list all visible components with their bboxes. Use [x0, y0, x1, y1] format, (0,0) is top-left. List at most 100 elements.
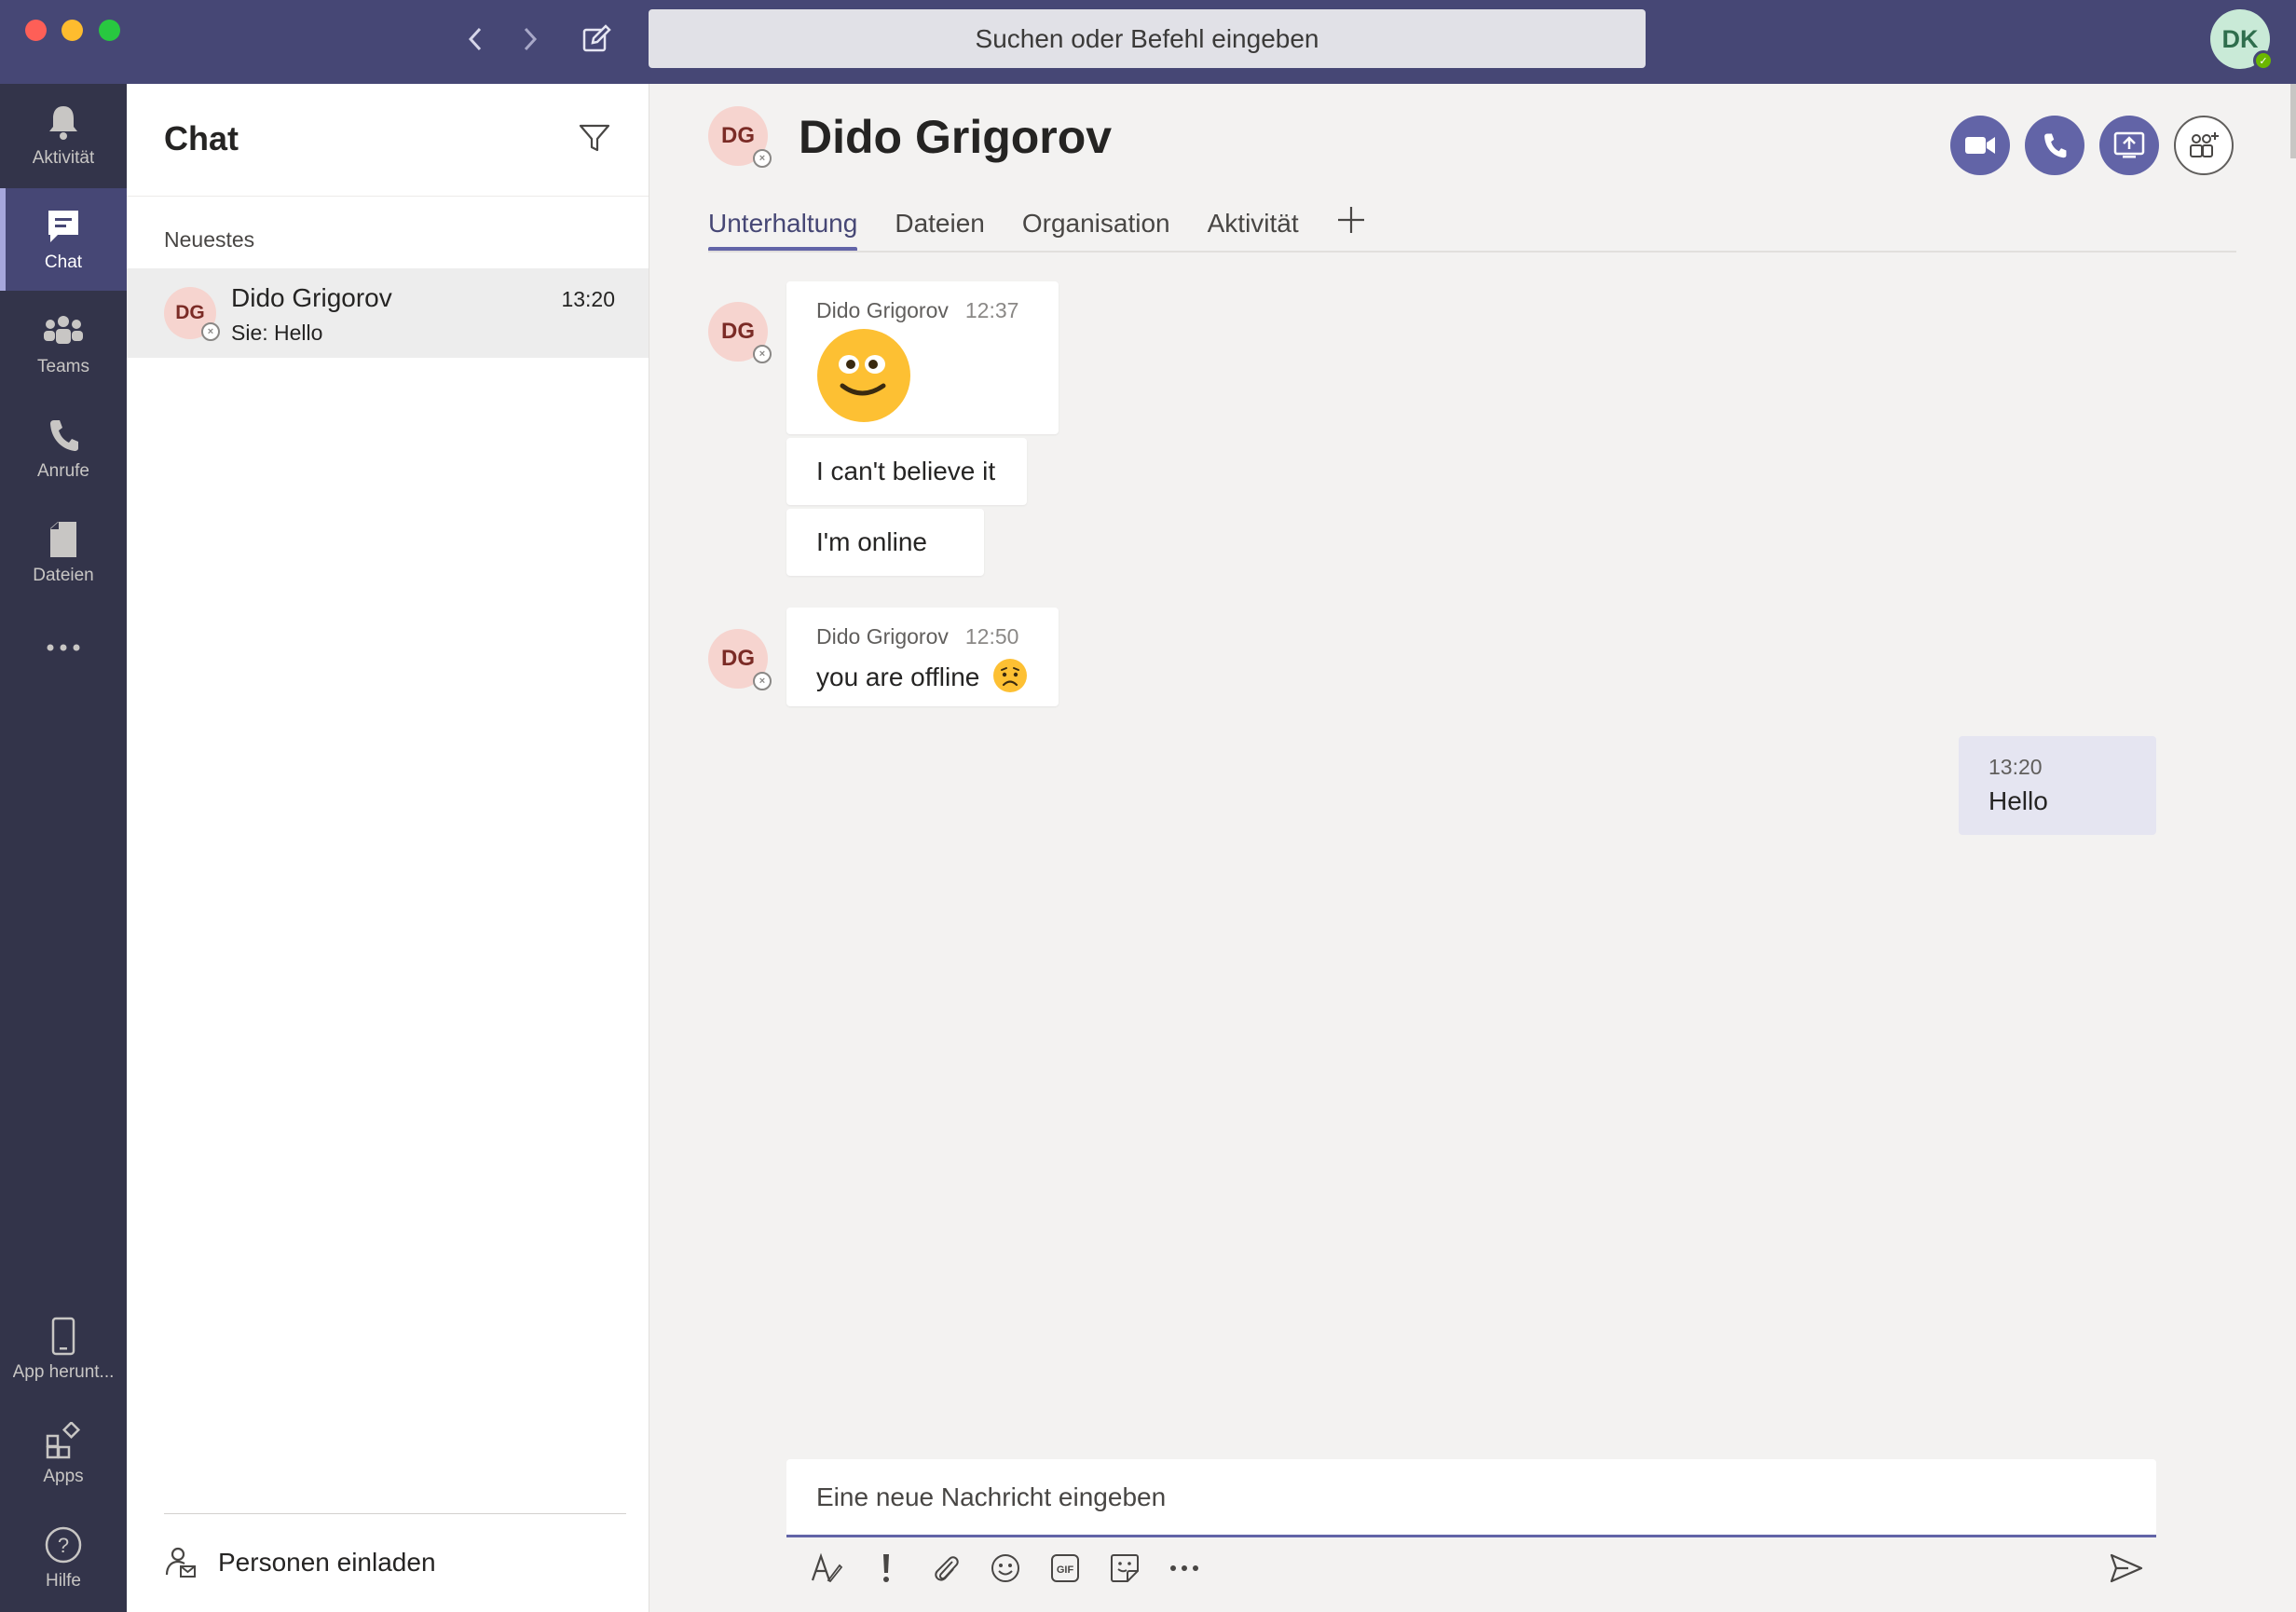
- message-bubble[interactable]: I can't believe it: [786, 438, 1027, 505]
- chat-item-preview: Sie: Hello: [231, 321, 323, 345]
- avatar-initials: DG: [721, 319, 755, 344]
- rail-item-label: App herunt...: [12, 1362, 115, 1382]
- attach-button[interactable]: [927, 1550, 964, 1587]
- app-rail: Aktivität Chat Teams Anrufe Dateien App …: [0, 84, 127, 1612]
- message-bubble[interactable]: Dido Grigorov 12:50 you are offline: [786, 608, 1059, 706]
- message-input[interactable]: Eine neue Nachricht eingeben: [786, 1459, 2156, 1537]
- message-text: you are offline: [816, 658, 1028, 693]
- back-button[interactable]: [458, 20, 495, 58]
- help-icon: ?: [43, 1524, 84, 1565]
- contact-avatar[interactable]: DG ×: [708, 106, 772, 168]
- rail-item-app-download[interactable]: App herunt...: [0, 1298, 127, 1400]
- compose-toolbar: GIF: [808, 1545, 1203, 1592]
- invite-people-button[interactable]: Personen einladen: [164, 1539, 436, 1586]
- tab-divider: [708, 251, 2236, 253]
- avatar[interactable]: DG ×: [708, 302, 772, 363]
- rail-item-teams[interactable]: Teams: [0, 293, 127, 395]
- share-screen-button[interactable]: [2099, 116, 2159, 175]
- rail-item-aktivitaet[interactable]: Aktivität: [0, 84, 127, 186]
- offline-status-icon: ×: [753, 345, 772, 363]
- important-button[interactable]: [868, 1550, 905, 1587]
- smiley-emoji-icon: [817, 329, 910, 422]
- conversation-tabs: Unterhaltung Dateien Organisation Aktivi…: [708, 205, 1366, 252]
- video-call-button[interactable]: [1950, 116, 2010, 175]
- my-message-bubble[interactable]: 13:20 Hello: [1959, 736, 2156, 835]
- chat-list-item[interactable]: DG × Dido Grigorov 13:20 Sie: Hello: [127, 268, 649, 358]
- tab-unterhaltung[interactable]: Unterhaltung: [708, 205, 858, 252]
- mobile-icon: [43, 1316, 84, 1357]
- sticker-button[interactable]: [1106, 1550, 1143, 1587]
- divider: [127, 196, 649, 197]
- bell-icon: [43, 102, 84, 143]
- tab-aktivitaet[interactable]: Aktivität: [1208, 205, 1299, 252]
- add-people-button[interactable]: [2174, 116, 2234, 175]
- message-bubble[interactable]: I'm online: [786, 509, 984, 576]
- send-button[interactable]: [2105, 1547, 2148, 1590]
- tab-organisation[interactable]: Organisation: [1022, 205, 1170, 252]
- emoji-button[interactable]: [987, 1550, 1024, 1587]
- filter-button[interactable]: [578, 121, 615, 158]
- message-meta: Dido Grigorov 12:50: [816, 624, 1018, 649]
- contact-name: Dido Grigorov: [799, 111, 1113, 163]
- offline-status-icon: ×: [753, 149, 772, 168]
- rail-item-apps[interactable]: Apps: [0, 1402, 127, 1505]
- avatar: DG ×: [164, 287, 220, 341]
- forward-button[interactable]: [511, 20, 548, 58]
- search-input[interactable]: Suchen oder Befehl eingeben: [649, 9, 1646, 68]
- rail-item-label: Dateien: [33, 566, 94, 585]
- teams-icon: [43, 310, 84, 351]
- gif-button[interactable]: GIF: [1046, 1550, 1084, 1587]
- chat-list-panel: Chat Neuestes DG × Dido Grigorov 13:20 S…: [127, 84, 649, 1612]
- chat-list-title: Chat: [164, 119, 239, 157]
- svg-text:?: ?: [58, 1534, 69, 1557]
- attach-icon: [935, 1556, 959, 1581]
- rail-item-label: Teams: [37, 357, 89, 376]
- rail-item-label: Chat: [44, 253, 83, 272]
- invite-label: Personen einladen: [218, 1548, 436, 1577]
- more-apps-button[interactable]: [0, 606, 127, 690]
- scrollbar[interactable]: [2290, 84, 2296, 158]
- avatar[interactable]: DG ×: [708, 629, 772, 690]
- rail-item-dateien[interactable]: Dateien: [0, 501, 127, 604]
- avatar-initials: DG: [175, 302, 205, 323]
- invite-people-icon: [165, 1547, 196, 1578]
- rail-item-hilfe[interactable]: ? Hilfe: [0, 1507, 127, 1609]
- compose-icon: [582, 24, 611, 52]
- rail-item-chat[interactable]: Chat: [0, 188, 127, 291]
- message-text: Hello: [1988, 786, 2048, 815]
- audio-call-button[interactable]: [2025, 116, 2084, 175]
- conversation-panel: DG × Dido Grigorov Unterhaltung Dateien …: [649, 84, 2296, 1612]
- send-icon: [2110, 1553, 2143, 1583]
- close-window-button[interactable]: [25, 20, 47, 41]
- message-text-content: you are offline: [816, 663, 980, 691]
- add-tab-button[interactable]: [1336, 205, 1366, 252]
- more-options-button[interactable]: [1166, 1550, 1203, 1587]
- chevron-left-icon: [468, 27, 482, 51]
- more-options-icon: [1170, 1565, 1198, 1571]
- rail-item-label: Apps: [43, 1467, 84, 1486]
- divider: [164, 1513, 626, 1514]
- format-button[interactable]: [808, 1550, 845, 1587]
- avatar-initials: DG: [721, 123, 755, 148]
- format-icon: [811, 1552, 843, 1583]
- tab-dateien[interactable]: Dateien: [895, 205, 985, 252]
- filter-icon: [579, 124, 610, 152]
- new-chat-button[interactable]: [578, 20, 615, 58]
- sad-emoji-icon: [993, 659, 1028, 692]
- rail-item-anrufe[interactable]: Anrufe: [0, 397, 127, 499]
- offline-status-icon: ×: [201, 322, 220, 341]
- message-sender: Dido Grigorov: [816, 298, 949, 322]
- apps-icon: [43, 1420, 84, 1461]
- message-bubble[interactable]: Dido Grigorov 12:37: [786, 281, 1059, 434]
- plus-icon: [1337, 207, 1364, 233]
- minimize-window-button[interactable]: [62, 20, 83, 41]
- zoom-window-button[interactable]: [99, 20, 120, 41]
- emoji-icon: [991, 1554, 1019, 1582]
- chevron-right-icon: [524, 27, 538, 51]
- rail-item-label: Aktivität: [32, 148, 95, 168]
- message-time: 13:20: [1988, 755, 2043, 779]
- message-input-placeholder: Eine neue Nachricht eingeben: [816, 1482, 1167, 1511]
- message-meta: Dido Grigorov 12:37: [816, 298, 1018, 323]
- user-avatar[interactable]: DK ✓: [2210, 9, 2274, 71]
- message-text: I'm online: [816, 527, 927, 556]
